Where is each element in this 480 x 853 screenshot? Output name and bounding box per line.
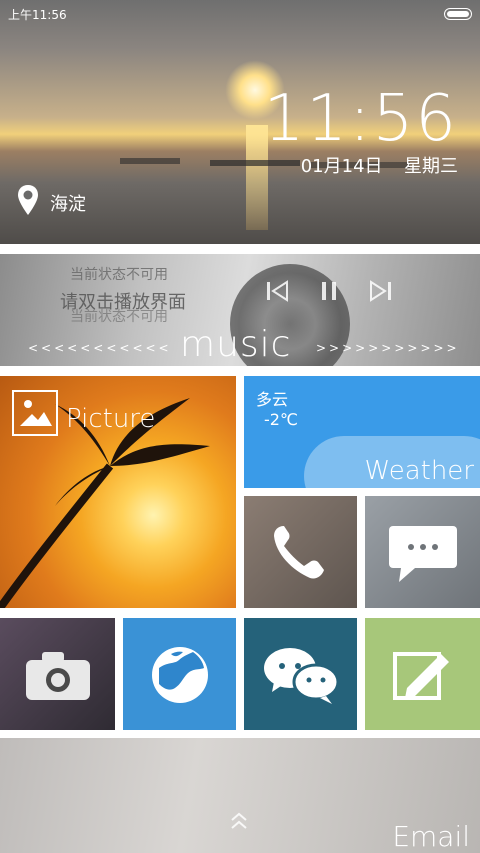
status-bar: 上午11:56	[0, 0, 480, 28]
camera-icon	[26, 652, 90, 700]
weather-label: Weather	[364, 456, 474, 486]
picture-tile[interactable]: Picture	[0, 376, 236, 608]
previous-icon[interactable]	[262, 278, 296, 304]
location[interactable]: 海淀	[16, 183, 86, 222]
music-widget[interactable]: 当前状态不可用 请双击播放界面 当前状态不可用 <<<<<<<<<<< musi…	[0, 254, 480, 366]
clock-time: 11:56	[263, 82, 458, 156]
next-icon[interactable]	[362, 278, 396, 304]
message-icon	[389, 526, 457, 582]
camera-tile[interactable]	[0, 618, 115, 730]
wechat-icon	[264, 648, 340, 704]
date-day: 01月14日	[300, 156, 383, 177]
picture-icon	[12, 390, 58, 436]
notes-tile[interactable]	[365, 618, 480, 730]
date: 01月14日 星期三	[301, 152, 458, 178]
location-pin-icon	[16, 183, 40, 222]
music-arrows-right: >>>>>>>>>>>	[316, 341, 460, 355]
date-weekday: 星期三	[404, 156, 458, 177]
up-chevrons-icon[interactable]	[228, 810, 250, 836]
weather-tile[interactable]: 多云 -2℃ Weather	[244, 376, 480, 488]
location-text: 海淀	[50, 193, 86, 215]
phone-tile[interactable]	[244, 496, 357, 608]
message-tile[interactable]	[365, 496, 480, 608]
edit-icon	[393, 652, 449, 700]
music-tip-3: 当前状态不可用	[70, 309, 168, 325]
battery-icon	[444, 8, 472, 20]
weather-condition: 多云	[256, 390, 289, 409]
status-time: 上午11:56	[8, 8, 67, 22]
music-controls	[262, 278, 396, 304]
music-label: music	[180, 324, 292, 365]
email-label: Email	[392, 820, 470, 853]
music-arrows-left: <<<<<<<<<<<	[28, 341, 172, 355]
email-tile[interactable]: Email	[0, 738, 480, 853]
wechat-tile[interactable]	[244, 618, 357, 730]
picture-label: Picture	[66, 404, 156, 434]
lockscreen-hero[interactable]: 11:56 01月14日 星期三 海淀	[0, 0, 480, 244]
music-tip-1: 当前状态不可用	[70, 267, 168, 283]
phone-icon	[274, 526, 324, 579]
globe-icon	[152, 647, 208, 703]
pause-icon[interactable]	[312, 278, 346, 304]
weather-temperature: -2℃	[264, 410, 298, 429]
browser-tile[interactable]	[123, 618, 236, 730]
